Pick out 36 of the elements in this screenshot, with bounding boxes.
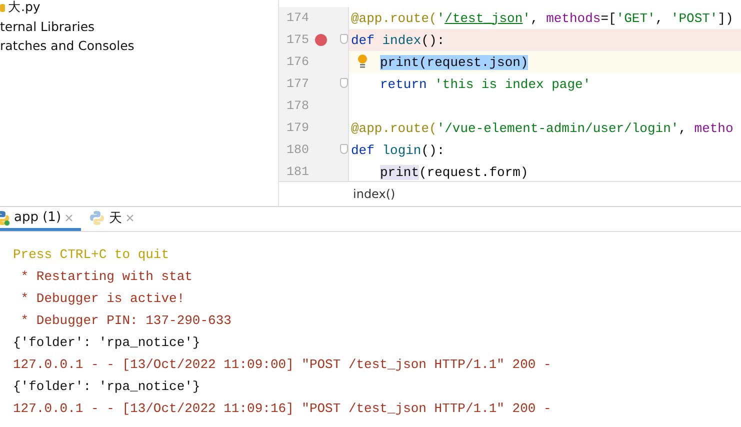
line-number: 175: [285, 33, 309, 47]
console-line: * Debugger PIN: 137-290-633: [20, 313, 232, 328]
breakpoint-icon[interactable]: [315, 34, 327, 46]
fold-icon[interactable]: [340, 144, 348, 154]
code-line: @app.route('/vue-element-admin/user/login', metho: [350, 120, 734, 136]
run-tab[interactable]: 天: [89, 207, 142, 231]
close-icon[interactable]: [65, 214, 74, 222]
code-line: return 'this is index page': [379, 76, 591, 92]
console-line: * Debugger is active!: [20, 291, 185, 306]
line-number: 174: [285, 11, 309, 25]
code-line: def index():: [350, 32, 445, 48]
console-line: 127.0.0.1 - - [13/Oct/2022 11:09:00] "POST /test_json HTTP/1.1" 200 -: [13, 357, 552, 372]
line-number: 178: [285, 99, 309, 113]
lightbulb-icon[interactable]: [357, 54, 368, 69]
file-icon: [0, 4, 5, 12]
console-line: {'folder': 'rpa_notice'}: [13, 335, 200, 350]
code-line: def login():: [350, 142, 445, 158]
run-tab[interactable]: app (1): [0, 207, 82, 231]
fold-icon[interactable]: [340, 78, 348, 88]
breadcrumb[interactable]: index(): [353, 187, 396, 201]
line-number: 179: [285, 121, 309, 135]
line-number: 181: [285, 165, 309, 179]
line-number: 180: [285, 143, 309, 157]
line-number: 177: [285, 77, 309, 91]
console-line: * Restarting with stat: [20, 269, 192, 284]
fold-icon[interactable]: [340, 34, 348, 44]
tree-item[interactable]: ratches and Consoles: [0, 38, 134, 53]
code-line: print(request.form): [379, 164, 528, 180]
close-icon[interactable]: [126, 214, 134, 222]
tree-item[interactable]: ternal Libraries: [0, 19, 95, 34]
code-line: @app.route('/test_json', methods=['GET', 'POST']): [350, 10, 734, 26]
console-line: {'folder': 'rpa_notice'}: [13, 379, 200, 394]
console-line: 127.0.0.1 - - [13/Oct/2022 11:09:16] "POST /test_json HTTP/1.1" 200 -: [13, 401, 552, 416]
tree-item[interactable]: 大.py: [8, 0, 40, 16]
console-line: Press CTRL+C to quit: [13, 247, 170, 262]
line-number: 176: [285, 55, 309, 69]
